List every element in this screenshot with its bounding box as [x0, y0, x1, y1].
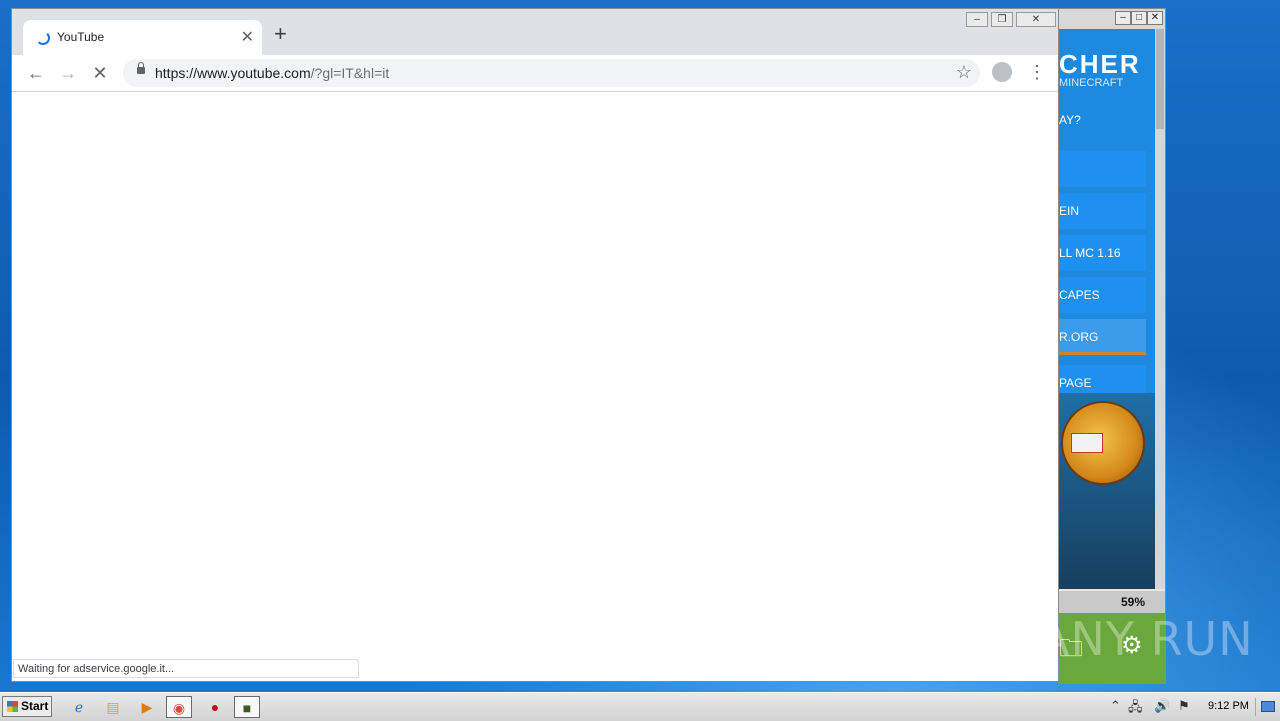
profile-avatar-icon[interactable]	[992, 62, 1012, 82]
launcher-scrollbar[interactable]	[1155, 29, 1165, 589]
status-bubble: Waiting for adservice.google.it...	[13, 659, 359, 678]
loading-spinner-icon	[36, 31, 50, 45]
launcher-menu-item[interactable]: LL MC 1.16	[1059, 235, 1146, 271]
close-button[interactable]: ✕	[1016, 12, 1056, 27]
desktop-icon	[1261, 701, 1275, 712]
stop-loading-button[interactable]: ✕	[88, 61, 112, 85]
back-button[interactable]: ←	[24, 61, 48, 85]
launcher-window: – □ ✕ CHER MINECRAFT AY? EIN LL MC 1.16 …	[1058, 8, 1166, 684]
launcher-menu-item[interactable]	[1059, 151, 1146, 187]
tab-close-icon[interactable]: ✕	[241, 27, 254, 47]
launcher-menu-item[interactable]: EIN	[1059, 193, 1146, 229]
url-text[interactable]: https://www.youtube.com/?gl=IT&hl=it	[155, 65, 389, 81]
launcher-artwork	[1059, 393, 1155, 589]
download-progress: 59%	[1059, 591, 1165, 613]
start-label: Start	[21, 699, 49, 713]
show-hidden-icons[interactable]: ⌃	[1110, 698, 1121, 714]
page-viewport[interactable]	[12, 92, 1058, 681]
tab-youtube[interactable]: YouTube ✕	[23, 20, 262, 55]
menu-icon[interactable]: ⋮	[1028, 61, 1046, 83]
launcher-menu-item[interactable]: CAPES	[1059, 277, 1146, 313]
clock[interactable]: 9:12 PM	[1208, 700, 1249, 712]
opera-icon[interactable]: ●	[202, 696, 228, 718]
window-controls: – ❐ ✕	[963, 11, 1056, 27]
launcher-content: CHER MINECRAFT AY? EIN LL MC 1.16 CAPES …	[1059, 29, 1155, 589]
launcher-titlebar: – □ ✕	[1059, 9, 1165, 29]
lock-icon[interactable]	[137, 62, 145, 74]
launcher-logo: CHER	[1059, 49, 1141, 79]
maximize-button[interactable]: □	[1131, 11, 1147, 25]
minecraft-launcher-icon[interactable]: ■	[234, 696, 260, 718]
tab-title: YouTube	[57, 30, 105, 44]
url-host: https://www.youtube.com	[155, 65, 311, 81]
new-tab-button[interactable]: +	[274, 23, 287, 45]
scroll-thumb[interactable]	[1156, 29, 1164, 129]
network-icon[interactable]: 🖧	[1128, 698, 1143, 720]
tab-strip: – ❐ ✕ YouTube ✕ +	[12, 9, 1058, 55]
launcher-subtitle: MINECRAFT	[1059, 77, 1124, 89]
progress-percent: 59%	[1120, 595, 1145, 609]
forward-button[interactable]: →	[56, 61, 80, 85]
chrome-window: – ❐ ✕ YouTube ✕ + ← → ✕ https://www.youtub…	[11, 8, 1059, 682]
watermark: ANY RUN	[1038, 612, 1254, 666]
taskbar: Start ℯ ▤ ▶ ◉ ● ■ ⌃ 🖧 🔊 ⚑ 9:12 PM	[0, 692, 1280, 721]
address-bar[interactable]: https://www.youtube.com/?gl=IT&hl=it ☆	[123, 59, 980, 87]
launcher-menu-item-active[interactable]: R.ORG	[1059, 319, 1146, 355]
close-button[interactable]: ✕	[1147, 11, 1163, 25]
chrome-taskbar-icon[interactable]: ◉	[166, 696, 192, 718]
url-path: /?gl=IT&hl=it	[310, 65, 390, 81]
start-button[interactable]: Start	[2, 696, 52, 717]
volume-icon[interactable]: 🔊	[1154, 698, 1170, 714]
toolbar: ← → ✕ https://www.youtube.com/?gl=IT&hl=…	[12, 55, 1058, 92]
restore-button[interactable]: ❐	[991, 12, 1013, 27]
windows-logo-icon	[7, 701, 18, 712]
show-desktop-button[interactable]	[1255, 698, 1278, 716]
media-player-icon[interactable]: ▶	[134, 696, 160, 718]
cake-icon	[1071, 433, 1103, 453]
minimize-button[interactable]: –	[966, 12, 988, 27]
action-center-flag-icon[interactable]: ⚑	[1178, 698, 1190, 714]
internet-explorer-icon[interactable]: ℯ	[66, 696, 92, 718]
minimize-button[interactable]: –	[1115, 11, 1131, 25]
creeper-cake-icon	[1061, 401, 1145, 485]
file-explorer-icon[interactable]: ▤	[100, 696, 126, 718]
bookmark-star-icon[interactable]: ☆	[956, 62, 972, 83]
launcher-question: AY?	[1059, 113, 1081, 127]
